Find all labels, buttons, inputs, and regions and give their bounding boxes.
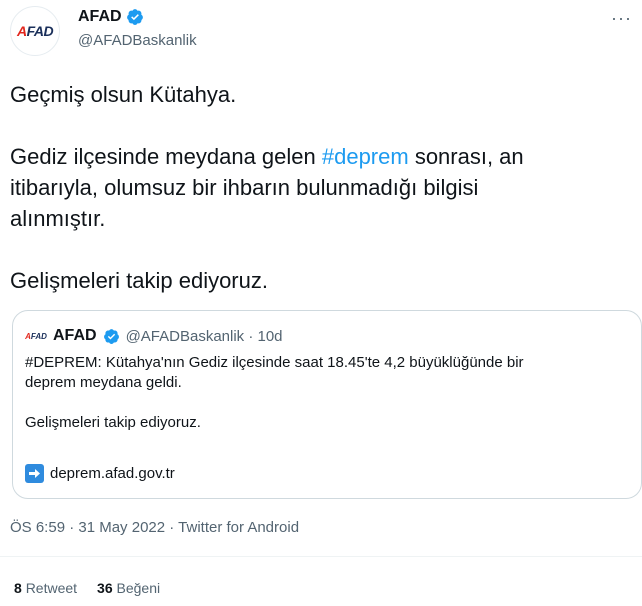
hashtag-link[interactable]: #deprem: [322, 144, 409, 169]
afad-logo: AFAD: [25, 331, 47, 341]
divider: [0, 556, 642, 557]
quoted-text: #DEPREM: Kütahya'nın Gediz ilçesinde saa…: [25, 353, 615, 433]
tweet-line: Gelişmeleri takip ediyoruz.: [10, 268, 268, 293]
tweet-body: Geçmiş olsun Kütahya. Gediz ilçesinde me…: [10, 79, 630, 296]
retweets-stat[interactable]: 8 Retweet: [14, 580, 77, 596]
quoted-link-text[interactable]: deprem.afad.gov.tr: [50, 465, 175, 482]
quoted-handle-time: @AFADBaskanlik · 10d: [125, 327, 283, 345]
quoted-display-name: AFAD: [53, 327, 97, 344]
retweets-count: 8: [14, 580, 22, 596]
author-display-name[interactable]: AFAD: [78, 8, 122, 26]
tweet-header: AFAD AFAD @AFADBaskanlik ···: [0, 0, 642, 64]
retweets-label: Retweet: [25, 580, 78, 596]
more-options-icon[interactable]: ···: [611, 8, 632, 29]
likes-label: Beğeni: [116, 580, 161, 596]
tweet-timestamp[interactable]: ÖS 6:59 · 31 May 2022 · Twitter for Andr…: [10, 519, 299, 536]
author-name-row[interactable]: AFAD: [78, 8, 144, 26]
quoted-text-line: #DEPREM: Kütahya'nın Gediz ilçesinde saa…: [25, 354, 524, 371]
likes-count: 36: [97, 580, 113, 596]
tweet-line: itibarıyla, olumsuz bir ihbarın bulunmad…: [10, 175, 479, 200]
avatar[interactable]: AFAD: [10, 6, 60, 56]
quoted-text-line: deprem meydana geldi.: [25, 374, 182, 391]
tweet-line: Gediz ilçesinde meydana gelen #deprem so…: [10, 144, 524, 169]
afad-logo: AFAD: [16, 23, 54, 39]
arrow-right-icon: [25, 464, 44, 483]
tweet-line: alınmıştır.: [10, 206, 106, 231]
quoted-link[interactable]: deprem.afad.gov.tr: [25, 464, 175, 483]
quoted-text-line: Gelişmeleri takip ediyoruz.: [25, 414, 201, 431]
quoted-tweet[interactable]: AFAD AFAD @AFADBaskanlik · 10d #DEPREM: …: [12, 310, 642, 499]
quoted-avatar: AFAD: [25, 325, 47, 347]
likes-stat[interactable]: 36 Beğeni: [97, 580, 160, 596]
author-handle[interactable]: @AFADBaskanlik: [78, 32, 197, 49]
tweet-line: Geçmiş olsun Kütahya.: [10, 82, 237, 107]
tweet-stats: 8 Retweet 36 Beğeni: [14, 580, 160, 596]
quoted-tweet-header: AFAD AFAD @AFADBaskanlik · 10d: [25, 325, 283, 347]
verified-badge-icon: [103, 328, 119, 344]
verified-badge-icon: [126, 9, 143, 25]
